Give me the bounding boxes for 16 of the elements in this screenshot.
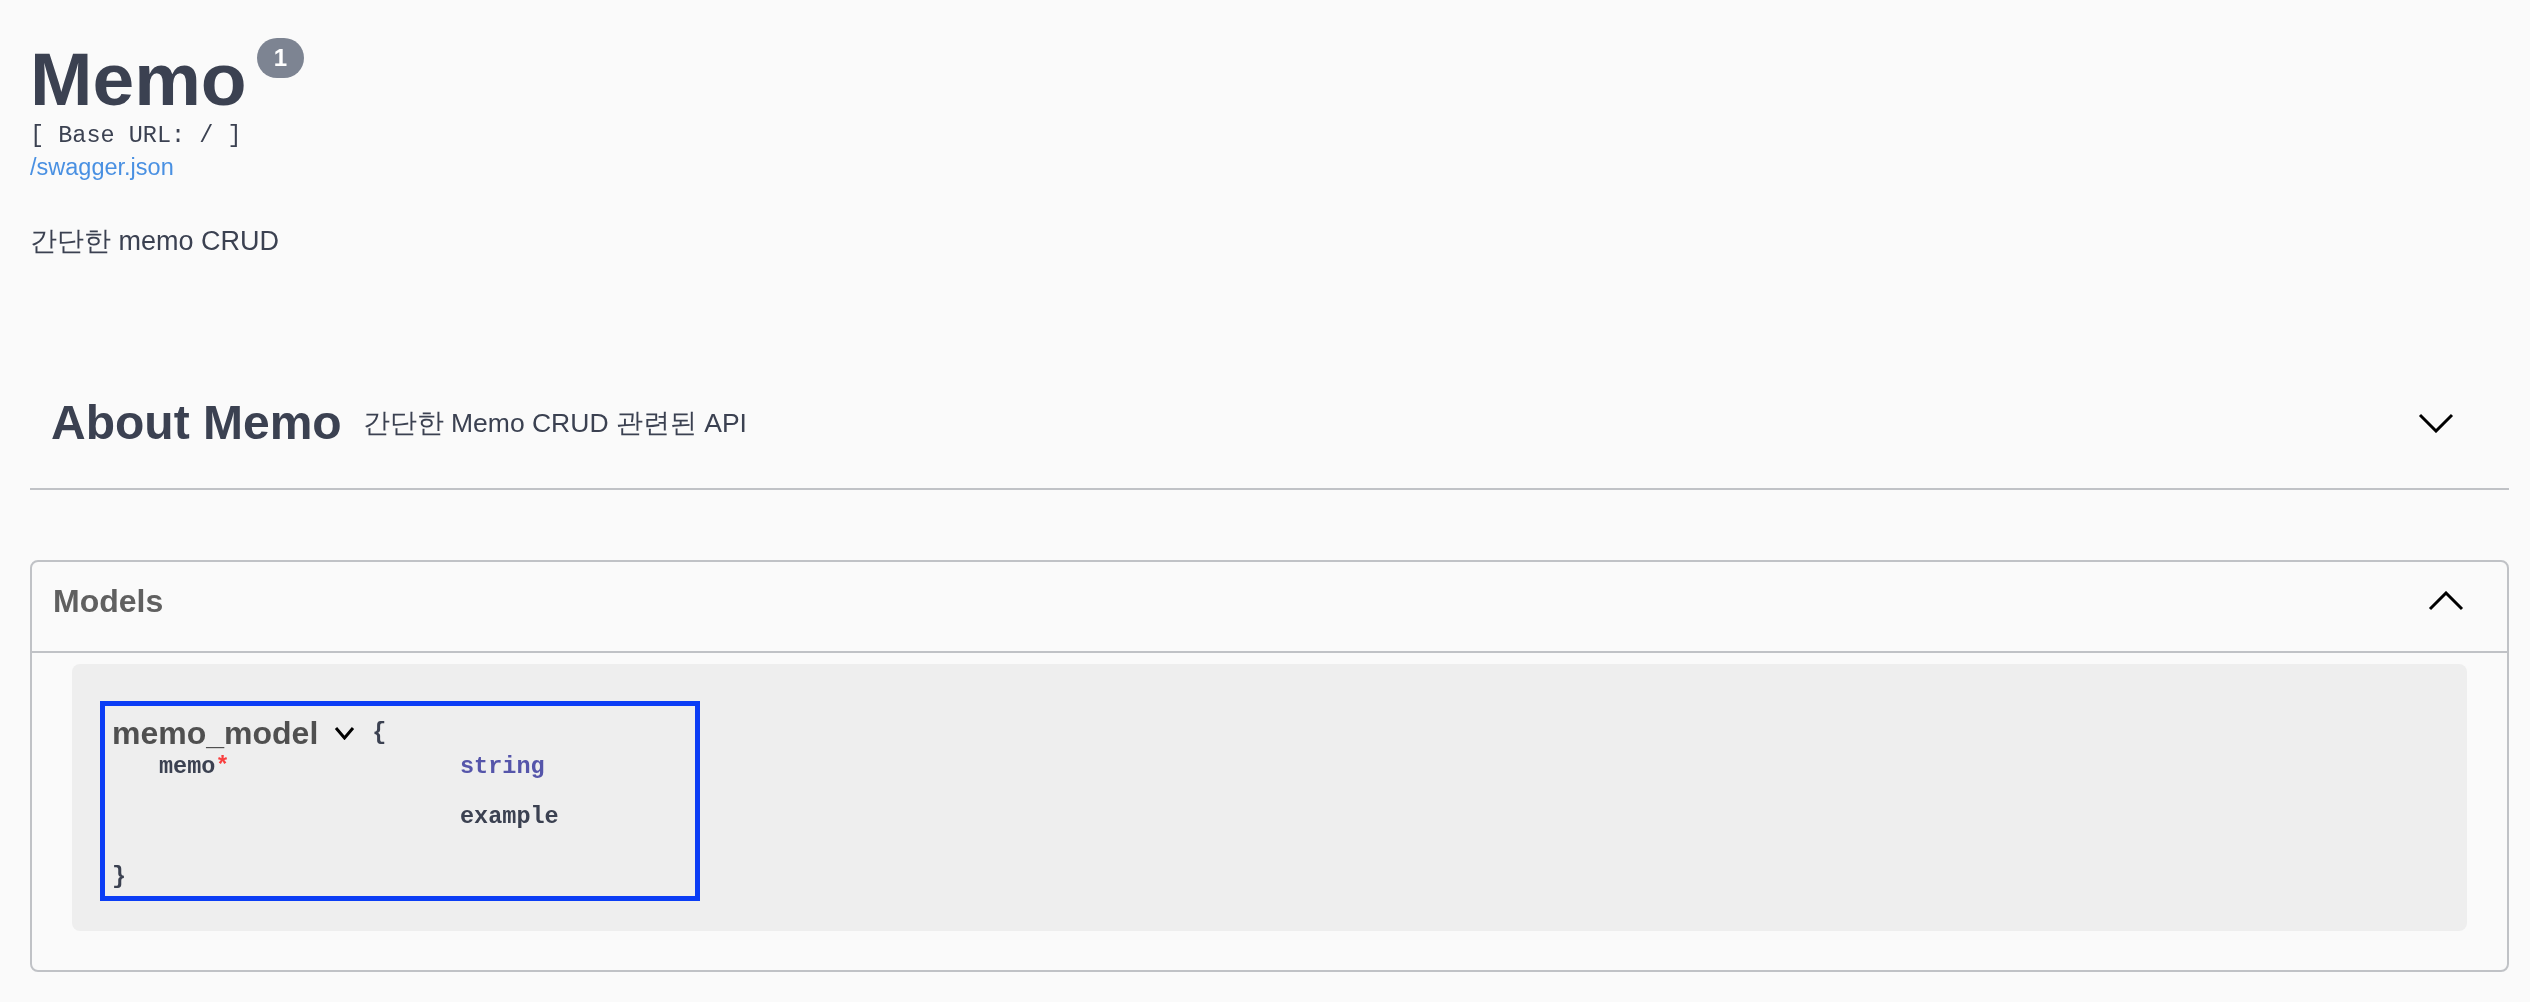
chevron-down-icon[interactable] (334, 726, 356, 740)
model-title[interactable]: memo_model (112, 715, 319, 751)
property-name: memo* (159, 752, 230, 782)
tag-description: 간단한 Memo CRUD 관련된 API (362, 407, 748, 440)
open-brace: { (372, 718, 387, 748)
api-title: Memo (30, 37, 247, 121)
chevron-up-icon[interactable] (2428, 591, 2464, 611)
chevron-down-icon[interactable] (2418, 413, 2454, 433)
version-badge: 1 (256, 38, 305, 78)
models-title[interactable]: Models (53, 582, 164, 620)
api-description: 간단한 memo CRUD (30, 225, 280, 258)
property-type: string (460, 752, 545, 782)
tag-title[interactable]: About Memo (51, 395, 342, 451)
close-brace: } (112, 861, 127, 892)
base-url: [ Base URL: / ] (30, 121, 243, 151)
example-label: example (460, 802, 559, 832)
